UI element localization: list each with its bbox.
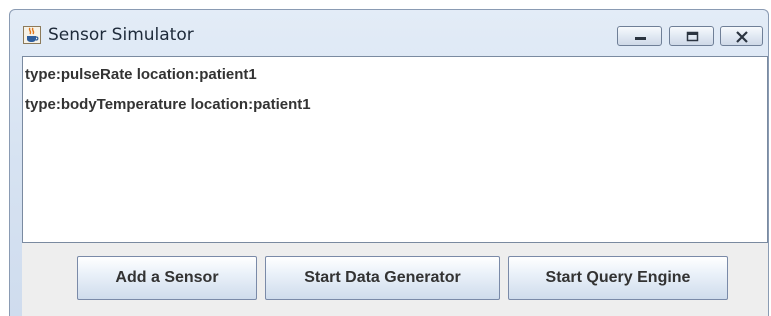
start-data-generator-button[interactable]: Start Data Generator [265,256,500,300]
minimize-button[interactable] [617,26,662,46]
maximize-icon [686,31,699,42]
sensor-list-item[interactable]: type:pulseRate location:patient1 [25,66,257,83]
button-panel: Add a Sensor Start Data Generator Start … [22,243,768,316]
application-window: Sensor Simulator type:pulseRate location… [9,9,769,316]
close-icon [736,31,748,43]
minimize-icon [635,37,646,40]
maximize-button[interactable] [669,26,714,46]
title-bar[interactable]: Sensor Simulator [10,10,768,54]
window-title: Sensor Simulator [48,25,194,45]
add-sensor-button[interactable]: Add a Sensor [77,256,257,300]
close-button[interactable] [720,26,763,46]
start-query-engine-button[interactable]: Start Query Engine [508,256,728,300]
java-cup-icon[interactable] [23,26,41,44]
sensor-list[interactable]: type:pulseRate location:patient1 type:bo… [22,56,768,243]
sensor-list-item[interactable]: type:bodyTemperature location:patient1 [25,96,311,113]
